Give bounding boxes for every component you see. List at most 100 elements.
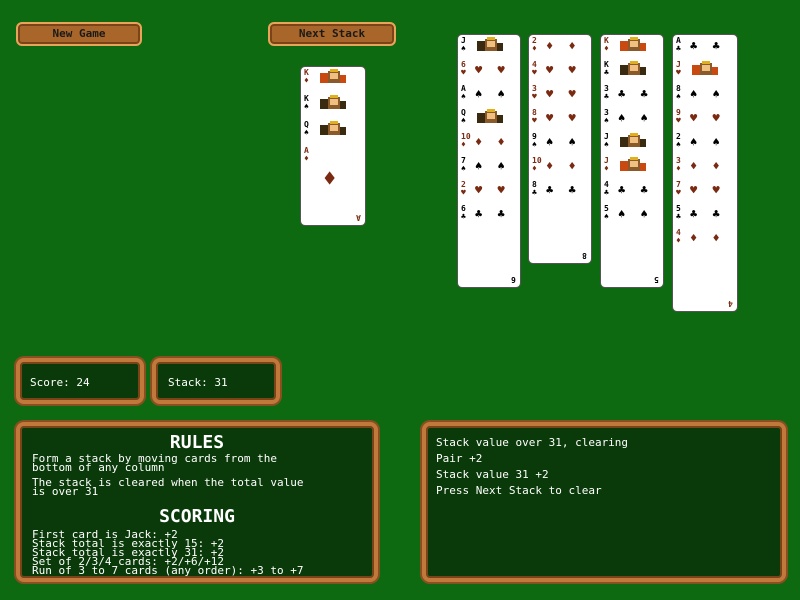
scoring-line-5: Run of 3 to 7 cards (any order): +3 to +… <box>32 564 304 577</box>
card-rank-bottom: 4 <box>728 299 733 308</box>
card-suit-icon: ♠ <box>304 102 309 111</box>
column-1-card-6-row: 2 ♥ ♥ ♥ <box>461 181 517 203</box>
card-suit-icon: ♥ <box>532 68 537 77</box>
stack-label: Stack: 31 <box>168 376 228 389</box>
card-pips: ♣ ♣ <box>690 207 724 221</box>
card-pips: ♥ ♥ <box>475 63 509 77</box>
column-2-card-3-row: 8 ♥ ♥ ♥ <box>532 109 588 131</box>
column-3-card-0-row: K ♦ <box>604 37 660 59</box>
card-pips: ♦ ♦ <box>475 135 509 149</box>
face-card-icon <box>318 121 348 139</box>
card-pips: ♠ ♠ <box>690 87 724 101</box>
card-suit-icon: ♣ <box>676 44 681 53</box>
card-suit-icon: ♦ <box>304 154 309 163</box>
column-3-card-1-row: K ♣ <box>604 61 660 83</box>
face-card-icon <box>475 109 505 127</box>
message-log-panel: Stack value over 31, clearing Pair +2 St… <box>422 422 786 582</box>
column-2-card-5-row: 10 ♦ ♦ ♦ <box>532 157 588 179</box>
column-2-card-4-row: 9 ♠ ♠ ♠ <box>532 133 588 155</box>
card-suit-icon: ♦ <box>676 236 681 245</box>
column-1-card-7-row: 6 ♣ ♣ ♣ <box>461 205 517 227</box>
card-suit-icon: ♠ <box>604 116 609 125</box>
face-card-icon <box>618 157 648 175</box>
rules-title: RULES <box>169 432 225 453</box>
column-1-card-0-row: J ♠ <box>461 37 517 59</box>
card-pips: ♥ ♥ <box>546 87 580 101</box>
card-pips: ♠ ♠ <box>690 135 724 149</box>
card-suit-icon: ♠ <box>461 116 466 125</box>
card-pips: ♥ ♥ <box>690 111 724 125</box>
new-game-button[interactable]: New Game <box>16 22 142 46</box>
card-suit-icon: ♠ <box>461 92 466 101</box>
card-suit-icon: ♠ <box>676 140 681 149</box>
face-card-icon <box>475 37 505 55</box>
card-suit-icon: ♣ <box>532 188 537 197</box>
card-suit-icon: ♥ <box>676 68 681 77</box>
column-4-card-6-row: 7 ♥ ♥ ♥ <box>676 181 732 203</box>
column-3-card-3-row: 3 ♠ ♠ ♠ <box>604 109 660 131</box>
card-pips: ♠ ♠ <box>475 159 509 173</box>
face-card-icon <box>618 37 648 55</box>
card-suit-icon: ♦ <box>604 44 609 53</box>
column-4-card-8-row: 4 ♦ ♦ ♦ <box>676 229 732 251</box>
card-suit-icon: ♠ <box>461 164 466 173</box>
column-1-card-3-row: Q ♠ <box>461 109 517 131</box>
column-4-card-2-row: 8 ♠ ♠ ♠ <box>676 85 732 107</box>
column-3-card-7-row: 5 ♠ ♠ ♠ <box>604 205 660 227</box>
column-2-card-6-row: 8 ♣ ♣ ♣ <box>532 181 588 203</box>
card-suit-icon: ♠ <box>461 44 466 53</box>
card-suit-icon: ♠ <box>532 140 537 149</box>
card-suit-icon: ♦ <box>676 164 681 173</box>
score-box: Score: 24 <box>16 358 144 404</box>
rules-panel: RULES Form a stack by moving cards from … <box>16 422 378 582</box>
column-2-card-0-row: 2 ♦ ♦ ♦ <box>532 37 588 59</box>
card-rank-bottom: A <box>356 213 361 222</box>
log-line-4: Press Next Stack to clear <box>436 484 602 497</box>
card-suit-icon: ♥ <box>532 92 537 101</box>
card-rank-bottom: 8 <box>582 251 587 260</box>
card-suit-icon: ♥ <box>676 116 681 125</box>
column-4-card-0-row: A ♣ ♣ ♣ <box>676 37 732 59</box>
log-line-1: Stack value over 31, clearing <box>436 436 629 449</box>
card-suit-icon: ♦ <box>532 44 537 53</box>
card-pips: ♦ ♦ <box>546 159 580 173</box>
card-suit-icon: ♣ <box>461 212 466 221</box>
card-suit-icon: ♦ <box>461 140 466 149</box>
card-pips: ♠ ♠ <box>546 135 580 149</box>
score-label: Score: 24 <box>30 376 90 389</box>
card-suit-icon: ♦ <box>304 76 309 85</box>
column-1-card-2-row: A ♠ ♠ ♠ <box>461 85 517 107</box>
column-4-card-5-row: 3 ♦ ♦ ♦ <box>676 157 732 179</box>
tableau-column-2[interactable]: 2 ♦ ♦ ♦ 4 ♥ ♥ ♥ 3 ♥ ♥ ♥ 8 ♥ ♥ ♥ 9 ♠ ♠ ♠ 10 ♦ ♦ ♦ 8 ♣ ♣ ♣ 8 <box>528 34 592 264</box>
card-pips: ♣ ♣ <box>475 207 509 221</box>
card-pips: ♥ ♥ <box>546 63 580 77</box>
card-suit-icon: ♥ <box>461 68 466 77</box>
column-4-card-4-row: 2 ♠ ♠ ♠ <box>676 133 732 155</box>
card-pips: ♦ ♦ <box>690 159 724 173</box>
column-1-card-5-row: 7 ♠ ♠ ♠ <box>461 157 517 179</box>
card-pips: ♥ ♥ <box>690 183 724 197</box>
next-stack-button[interactable]: Next Stack <box>268 22 396 46</box>
card-pips: ♣ ♣ <box>618 183 652 197</box>
card-suit-icon: ♥ <box>676 188 681 197</box>
card-suit-icon: ♣ <box>604 188 609 197</box>
rules-line-4: is over 31 <box>32 485 99 498</box>
card-suit-icon: ♣ <box>604 92 609 101</box>
card-suit-icon: ♥ <box>461 188 466 197</box>
tableau-column-1[interactable]: J ♠ 6 ♥ ♥ ♥ A ♠ ♠ ♠ Q ♠ 10 ♦ ♦ ♦ 7 ♠ ♠ ♠ 2 ♥ ♥ ♥ 6 ♣ ♣ ♣ 6 <box>457 34 521 288</box>
card-pips: ♠ ♠ <box>618 111 652 125</box>
card-suit-icon: ♠ <box>604 212 609 221</box>
stack-card-2-row: Q ♠ <box>304 121 360 143</box>
card-suit-icon: ♠ <box>604 140 609 149</box>
log-line-2: Pair +2 <box>436 452 483 465</box>
tableau-column-3[interactable]: K ♦ K ♣ 3 ♣ ♣ ♣ 3 ♠ ♠ ♠ J ♠ J ♦ 4 ♣ ♣ ♣ 5 ♠ ♠ ♠ 5 <box>600 34 664 288</box>
stack-pile-card[interactable]: K ♦ K ♠ Q ♠ A ♦ ♦ A <box>300 66 366 226</box>
tableau-column-4[interactable]: A ♣ ♣ ♣ J ♥ 8 ♠ ♠ ♠ 9 ♥ ♥ ♥ 2 ♠ ♠ ♠ 3 ♦ ♦ ♦ 7 ♥ ♥ ♥ 5 ♣ ♣ ♣ 4 ♦ ♦… <box>672 34 738 312</box>
card-suit-icon: ♠ <box>676 92 681 101</box>
card-suit-icon: ♣ <box>676 212 681 221</box>
card-pips: ♣ ♣ <box>618 87 652 101</box>
card-rank-bottom: 6 <box>511 275 516 284</box>
card-pips: ♣ ♣ <box>546 183 580 197</box>
card-suit-icon: ♣ <box>604 68 609 77</box>
column-3-card-5-row: J ♦ <box>604 157 660 179</box>
